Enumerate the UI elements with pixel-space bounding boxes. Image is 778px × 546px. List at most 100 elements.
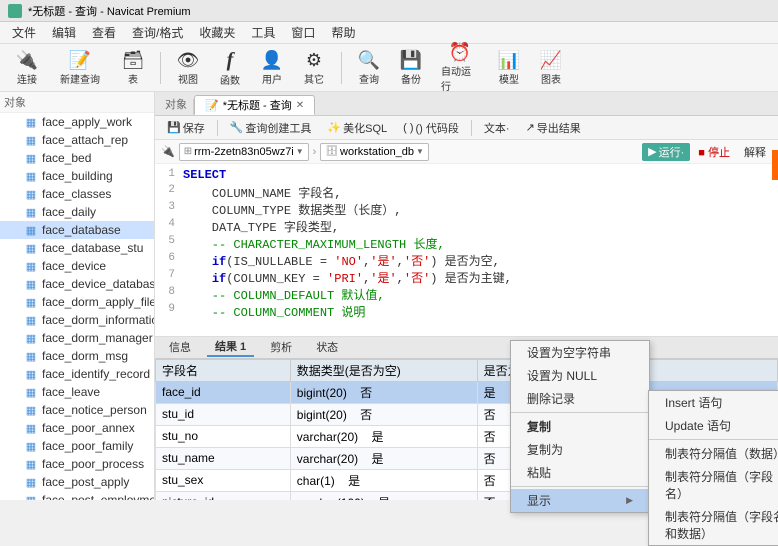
text-button[interactable]: 文本· — [478, 119, 516, 137]
sub-tab-both[interactable]: 制表符分隔值（字段名和数据） — [649, 505, 778, 545]
new-query-icon: 📝 — [68, 50, 92, 71]
sidebar-item-face-bed[interactable]: ▦ face_bed — [0, 149, 154, 167]
sidebar-item-face-notice-person[interactable]: ▦ face_notice_person — [0, 401, 154, 419]
sidebar-item-face-database[interactable]: ▦ face_database — [0, 221, 154, 239]
query-tab[interactable]: 📝 *无标题 - 查询 ✕ — [194, 95, 315, 115]
ctx-show[interactable]: 显示 ▶ — [511, 489, 649, 512]
chart-button[interactable]: 📈 图表 — [532, 48, 570, 88]
view-button[interactable]: 👁 视图 — [169, 48, 207, 88]
code-editor[interactable]: 1 SELECT 2 COLUMN_NAME 字段名, 3 COLUMN_TYP… — [155, 164, 778, 337]
tab-close-button[interactable]: ✕ — [296, 100, 304, 111]
table-small-icon: ▦ — [24, 151, 38, 165]
sidebar-item-face-identify-record[interactable]: ▦ face_identify_record — [0, 365, 154, 383]
sidebar-item-face-post-employment[interactable]: ▦ face_post_employment — [0, 491, 154, 500]
other-button[interactable]: ⚙ 其它 — [295, 48, 333, 88]
user-icon: 👤 — [260, 50, 284, 71]
model-icon: 📊 — [497, 50, 521, 71]
save-button[interactable]: 💾 保存 — [161, 119, 211, 137]
result-tab-cut[interactable]: 剪析 — [262, 338, 300, 356]
user-button[interactable]: 👤 用户 — [253, 48, 291, 88]
sidebar-item-face-device-database[interactable]: ▦ face_device_database — [0, 275, 154, 293]
code-line-5: 5 -- CHARACTER_MAXIMUM_LENGTH 长度, — [155, 235, 778, 252]
ctx-set-null[interactable]: 设置为 NULL — [511, 364, 649, 387]
result-tab-status[interactable]: 状态 — [308, 338, 346, 356]
sub-insert-stmt[interactable]: Insert 语句 — [649, 391, 778, 414]
sidebar-item-face-leave[interactable]: ▦ face_leave — [0, 383, 154, 401]
autorun-icon: ⏰ — [448, 42, 472, 63]
code-line-9: 9 -- COLUMN_COMMENT 说明 — [155, 303, 778, 320]
sidebar-item-face-attach-rep[interactable]: ▦ face_attach_rep — [0, 131, 154, 149]
backup-button[interactable]: 💾 备份 — [392, 48, 430, 88]
ctx-delete-record[interactable]: 删除记录 — [511, 387, 649, 410]
main-toolbar: 🔌 连接 📝 新建查询 🗃 表 👁 视图 f 函数 👤 用户 ⚙ 其它 🔍 查询… — [0, 44, 778, 92]
menu-file[interactable]: 文件 — [4, 22, 44, 43]
table-small-icon: ▦ — [24, 241, 38, 255]
explain-button[interactable]: 解释 — [738, 143, 772, 161]
table-icon: 🗃 — [121, 50, 145, 71]
sidebar-item-face-dorm-apply-file[interactable]: ▦ face_dorm_apply_file — [0, 293, 154, 311]
sidebar-item-face-apply-work[interactable]: ▦ face_apply_work — [0, 113, 154, 131]
database-dropdown[interactable]: 🗄 workstation_db ▼ — [320, 143, 429, 161]
menu-tools[interactable]: 工具 — [243, 22, 283, 43]
export-button[interactable]: ↗ 导出结果 — [520, 119, 587, 137]
query-builder-button[interactable]: 🔧 查询创建工具 — [224, 119, 318, 137]
ctx-copy-as[interactable]: 复制为 — [511, 438, 649, 461]
query-icon: 🔍 — [357, 50, 381, 71]
toolbar-sep-2 — [341, 52, 342, 84]
ctx-copy[interactable]: 复制 — [511, 415, 649, 438]
sidebar-item-face-poor-annex[interactable]: ▦ face_poor_annex — [0, 419, 154, 437]
sub-tab-fields[interactable]: 制表符分隔值（字段名） — [649, 465, 778, 505]
run-button[interactable]: ▶ 运行· — [642, 143, 690, 161]
cell-type: varchar(100) 是 — [290, 491, 477, 500]
sub-update-stmt[interactable]: Update 语句 — [649, 414, 778, 437]
ctx-paste[interactable]: 粘贴 — [511, 461, 649, 484]
table-small-icon: ▦ — [24, 331, 38, 345]
function-button[interactable]: f 函数 — [211, 48, 249, 88]
menu-favorites[interactable]: 收藏夹 — [191, 22, 243, 43]
beautify-button[interactable]: ✨ 美化SQL — [321, 119, 393, 137]
result-tab-info[interactable]: 信息 — [161, 338, 199, 356]
result-tab-result1[interactable]: 结果 1 — [207, 337, 254, 357]
sidebar-item-face-daily[interactable]: ▦ face_daily — [0, 203, 154, 221]
result-tabs-bar: 信息 结果 1 剪析 状态 — [155, 337, 778, 359]
connect-button[interactable]: 🔌 连接 — [8, 48, 46, 88]
model-button[interactable]: 📊 模型 — [490, 48, 528, 88]
menu-edit[interactable]: 编辑 — [44, 22, 84, 43]
sidebar-item-face-poor-process[interactable]: ▦ face_poor_process — [0, 455, 154, 473]
sidebar-item-face-post-apply[interactable]: ▦ face_post_apply — [0, 473, 154, 491]
new-query-button[interactable]: 📝 新建查询 — [50, 48, 110, 88]
sidebar-item-face-classes[interactable]: ▦ face_classes — [0, 185, 154, 203]
menu-window[interactable]: 窗口 — [283, 22, 323, 43]
autorun-button[interactable]: ⏰ 自动运行 — [434, 48, 486, 88]
sidebar-item-face-device[interactable]: ▦ face_device — [0, 257, 154, 275]
sidebar-item-face-dorm-msg[interactable]: ▦ face_dorm_msg — [0, 347, 154, 365]
menu-help[interactable]: 帮助 — [323, 22, 363, 43]
stop-button[interactable]: ■ 停止 — [694, 143, 734, 161]
table-small-icon: ▦ — [24, 169, 38, 183]
connect-icon: 🔌 — [15, 50, 39, 71]
menu-query[interactable]: 查询/格式 — [124, 22, 191, 43]
sub-tab-data[interactable]: 制表符分隔值（数据） — [649, 442, 778, 465]
sidebar-item-face-dorm-manager[interactable]: ▦ face_dorm_manager — [0, 329, 154, 347]
table-small-icon: ▦ — [24, 205, 38, 219]
menu-view[interactable]: 查看 — [84, 22, 124, 43]
code-line-6: 6 if(IS_NULLABLE = 'NO','是','否') 是否为空, — [155, 252, 778, 269]
database-name: workstation_db — [340, 146, 414, 158]
query-button[interactable]: 🔍 查询 — [350, 48, 388, 88]
sub-menu: Insert 语句 Update 语句 制表符分隔值（数据） 制表符分隔值（字段… — [648, 390, 778, 546]
sidebar-item-face-database-stu[interactable]: ▦ face_database_stu — [0, 239, 154, 257]
connection-dropdown[interactable]: ⊞ rrm-2zetn83n05wz7i ▼ — [179, 143, 309, 161]
function-icon: f — [218, 49, 242, 72]
table-button[interactable]: 🗃 表 — [114, 48, 152, 88]
ctx-set-empty-string[interactable]: 设置为空字符串 — [511, 341, 649, 364]
tab-bar: 对象 📝 *无标题 - 查询 ✕ — [155, 92, 778, 116]
code-snippet-button[interactable]: ( ) () 代码段 — [397, 119, 465, 137]
sidebar-item-face-building[interactable]: ▦ face_building — [0, 167, 154, 185]
code-line-7: 7 if(COLUMN_KEY = 'PRI','是','否') 是否为主键, — [155, 269, 778, 286]
table-small-icon: ▦ — [24, 277, 38, 291]
cell-type: char(1) 是 — [290, 469, 477, 491]
sidebar-item-face-dorm-information[interactable]: ▦ face_dorm_information — [0, 311, 154, 329]
title-bar: *无标题 - 查询 - Navicat Premium — [0, 0, 778, 22]
sidebar-item-face-poor-family[interactable]: ▦ face_poor_family — [0, 437, 154, 455]
code-line-4: 4 DATA_TYPE 字段类型, — [155, 218, 778, 235]
